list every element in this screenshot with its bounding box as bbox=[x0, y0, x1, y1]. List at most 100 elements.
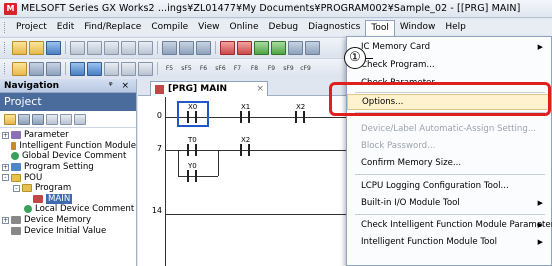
tree-item-device-initial-value[interactable]: Device Initial Value bbox=[0, 225, 136, 236]
write-to-plc-icon[interactable] bbox=[179, 40, 194, 55]
menu-view[interactable]: View bbox=[193, 20, 224, 35]
tree-item-label: Parameter bbox=[24, 130, 69, 141]
statement-icon[interactable] bbox=[121, 61, 136, 76]
contact-x1[interactable] bbox=[240, 111, 250, 123]
verify-plc-icon[interactable] bbox=[196, 40, 211, 55]
pin-close-controls[interactable]: ᵠ × bbox=[109, 81, 132, 91]
menu-edit[interactable]: Edit bbox=[52, 20, 79, 35]
menubar-grip[interactable] bbox=[4, 22, 7, 33]
simulation-icon[interactable] bbox=[288, 40, 303, 55]
menu-item-label: Check Program... bbox=[361, 60, 435, 70]
tab-prg-main[interactable]: [PRG] MAIN × bbox=[150, 81, 268, 96]
read-mode-icon[interactable] bbox=[87, 61, 102, 76]
expand-icon[interactable]: + bbox=[2, 131, 9, 139]
element-list-icon[interactable] bbox=[46, 61, 61, 76]
menu-item-check-intelligent-parameter[interactable]: Check Intelligent Function Module Parame… bbox=[347, 217, 552, 233]
menu-find-replace[interactable]: Find/Replace bbox=[79, 20, 146, 35]
device-comment-icon[interactable] bbox=[104, 61, 119, 76]
open-branch-button[interactable]: sF5 bbox=[178, 65, 195, 72]
menu-project[interactable]: Project bbox=[11, 20, 52, 35]
tree-item-program-setting[interactable]: + Program Setting bbox=[0, 162, 136, 173]
menu-item-builtin-io-tool[interactable]: Built-in I/O Module Tool ▶ bbox=[347, 195, 551, 211]
tree-item-device-memory[interactable]: + Device Memory bbox=[0, 215, 136, 226]
redo-icon[interactable] bbox=[138, 40, 153, 55]
application-instruction-button[interactable]: F8 bbox=[246, 65, 263, 72]
cut-icon[interactable] bbox=[70, 40, 85, 55]
device-label: X0 bbox=[188, 103, 198, 111]
expand-icon[interactable]: + bbox=[2, 216, 9, 224]
copy-icon[interactable] bbox=[87, 40, 102, 55]
menu-compile[interactable]: Compile bbox=[146, 20, 193, 35]
submenu-arrow-icon: ▶ bbox=[537, 221, 543, 229]
contact-t0[interactable] bbox=[187, 144, 197, 156]
tree-item-label: Program bbox=[35, 183, 72, 194]
tree-item-local-device-comment[interactable]: Local Device Comment bbox=[0, 204, 136, 215]
folder-icon bbox=[11, 173, 21, 182]
contact-x0[interactable] bbox=[187, 111, 197, 123]
menu-item-confirm-memory-size[interactable]: Confirm Memory Size... bbox=[347, 155, 551, 171]
toolbar-grip[interactable] bbox=[4, 63, 7, 74]
monitor-stop-icon[interactable] bbox=[237, 40, 252, 55]
menu-item-ic-memory-card[interactable]: IC Memory Card ▶ bbox=[347, 39, 551, 55]
user-library-icon[interactable] bbox=[18, 113, 30, 125]
tree-item-program[interactable]: - Program bbox=[0, 183, 136, 194]
horizontal-line-button[interactable]: F9 bbox=[263, 65, 280, 72]
toolbar-grip[interactable] bbox=[4, 42, 7, 53]
menu-help[interactable]: Help bbox=[440, 20, 471, 35]
navigation-header-label: Navigation bbox=[4, 80, 60, 91]
connection-destination-icon[interactable] bbox=[32, 113, 44, 125]
expand-icon[interactable]: + bbox=[2, 163, 9, 171]
menu-item-check-program[interactable]: Check Program... bbox=[347, 57, 551, 73]
expand-tree-icon[interactable] bbox=[60, 113, 72, 125]
menu-separator bbox=[355, 214, 545, 215]
tree-item-global-device-comment[interactable]: Global Device Comment bbox=[0, 151, 136, 162]
close-icon[interactable]: × bbox=[256, 84, 264, 94]
collapse-icon[interactable]: - bbox=[2, 174, 9, 182]
contact-x2[interactable] bbox=[240, 144, 250, 156]
diagnostics-icon[interactable] bbox=[305, 40, 320, 55]
toolbar-separator bbox=[65, 41, 66, 54]
menu-item-lcpu-logging[interactable]: LCPU Logging Configuration Tool... bbox=[347, 178, 551, 194]
menu-diagnostics[interactable]: Diagnostics bbox=[303, 20, 365, 35]
properties-icon[interactable] bbox=[74, 113, 86, 125]
tree-item-parameter[interactable]: + Parameter bbox=[0, 130, 136, 141]
contact-x2[interactable] bbox=[295, 111, 305, 123]
collapse-icon[interactable]: - bbox=[13, 184, 20, 192]
watch-icon[interactable] bbox=[271, 40, 286, 55]
save-icon[interactable] bbox=[46, 40, 61, 55]
coil-button[interactable]: F7 bbox=[229, 65, 246, 72]
menu-item-options[interactable]: Options... bbox=[347, 94, 551, 110]
submenu-arrow-icon: ▶ bbox=[537, 199, 543, 207]
monitor-start-icon[interactable] bbox=[220, 40, 235, 55]
paste-icon[interactable] bbox=[104, 40, 119, 55]
ladder-mode-icon[interactable] bbox=[70, 61, 85, 76]
delete-line-button[interactable]: cF9 bbox=[297, 65, 314, 72]
menu-window[interactable]: Window bbox=[395, 20, 441, 35]
rung-number: 7 bbox=[156, 144, 162, 153]
device-batch-icon[interactable] bbox=[254, 40, 269, 55]
undo-icon[interactable] bbox=[121, 40, 136, 55]
project-icon[interactable] bbox=[4, 113, 16, 125]
closed-contact-button[interactable]: F6 bbox=[195, 65, 212, 72]
open-contact-button[interactable]: F5 bbox=[161, 65, 178, 72]
menu-separator bbox=[355, 112, 545, 113]
vertical-line-button[interactable]: sF9 bbox=[280, 65, 297, 72]
note-icon[interactable] bbox=[138, 61, 153, 76]
closed-branch-button[interactable]: sF6 bbox=[212, 65, 229, 72]
menu-item-intelligent-module-tool[interactable]: Intelligent Function Module Tool ▶ bbox=[347, 234, 551, 250]
tree-item-main[interactable]: MAIN bbox=[0, 193, 136, 205]
contact-y0[interactable] bbox=[187, 170, 197, 182]
open-project-icon[interactable] bbox=[29, 40, 44, 55]
menu-item-check-parameter[interactable]: Check Parameter... bbox=[347, 75, 551, 91]
read-from-plc-icon[interactable] bbox=[162, 40, 177, 55]
new-project-icon[interactable] bbox=[12, 40, 27, 55]
menu-online[interactable]: Online bbox=[224, 20, 263, 35]
tree-item-pou[interactable]: - POU bbox=[0, 172, 136, 183]
tree-item-intelligent-module[interactable]: Intelligent Function Module bbox=[0, 141, 136, 152]
project-view-icon[interactable] bbox=[12, 61, 27, 76]
collapse-tree-icon[interactable] bbox=[46, 113, 58, 125]
toolbar-separator bbox=[215, 41, 216, 54]
menu-tool[interactable]: Tool bbox=[365, 19, 395, 36]
menu-debug[interactable]: Debug bbox=[264, 20, 304, 35]
navigation-icon[interactable] bbox=[29, 61, 44, 76]
